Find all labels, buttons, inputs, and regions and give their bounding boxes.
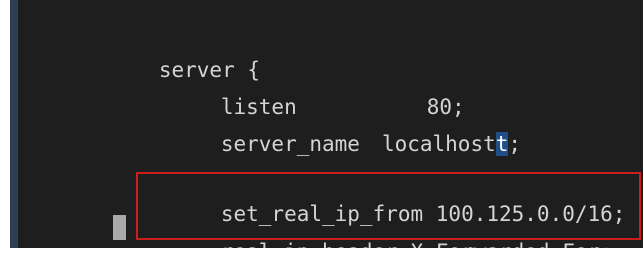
highlight-annotation-box bbox=[136, 172, 641, 240]
code-line-listen[interactable]: listen 80; bbox=[145, 65, 465, 119]
code-semicolon: ; bbox=[508, 132, 522, 156]
code-text-real-ip-header: real_ip_header X-Forwarded-For; bbox=[221, 240, 613, 248]
code-line-server-open[interactable]: server { bbox=[83, 28, 260, 82]
code-line-server-name[interactable]: server_name localhostt; bbox=[145, 102, 521, 156]
text-cursor-selection: t bbox=[495, 132, 509, 156]
code-value-localhost: localhost bbox=[381, 132, 496, 156]
line-marker-block bbox=[113, 215, 126, 240]
code-directive-server-name: server_name bbox=[220, 132, 360, 156]
code-editor[interactable]: server { listen 80; server_name localhostt… bbox=[10, 0, 643, 248]
